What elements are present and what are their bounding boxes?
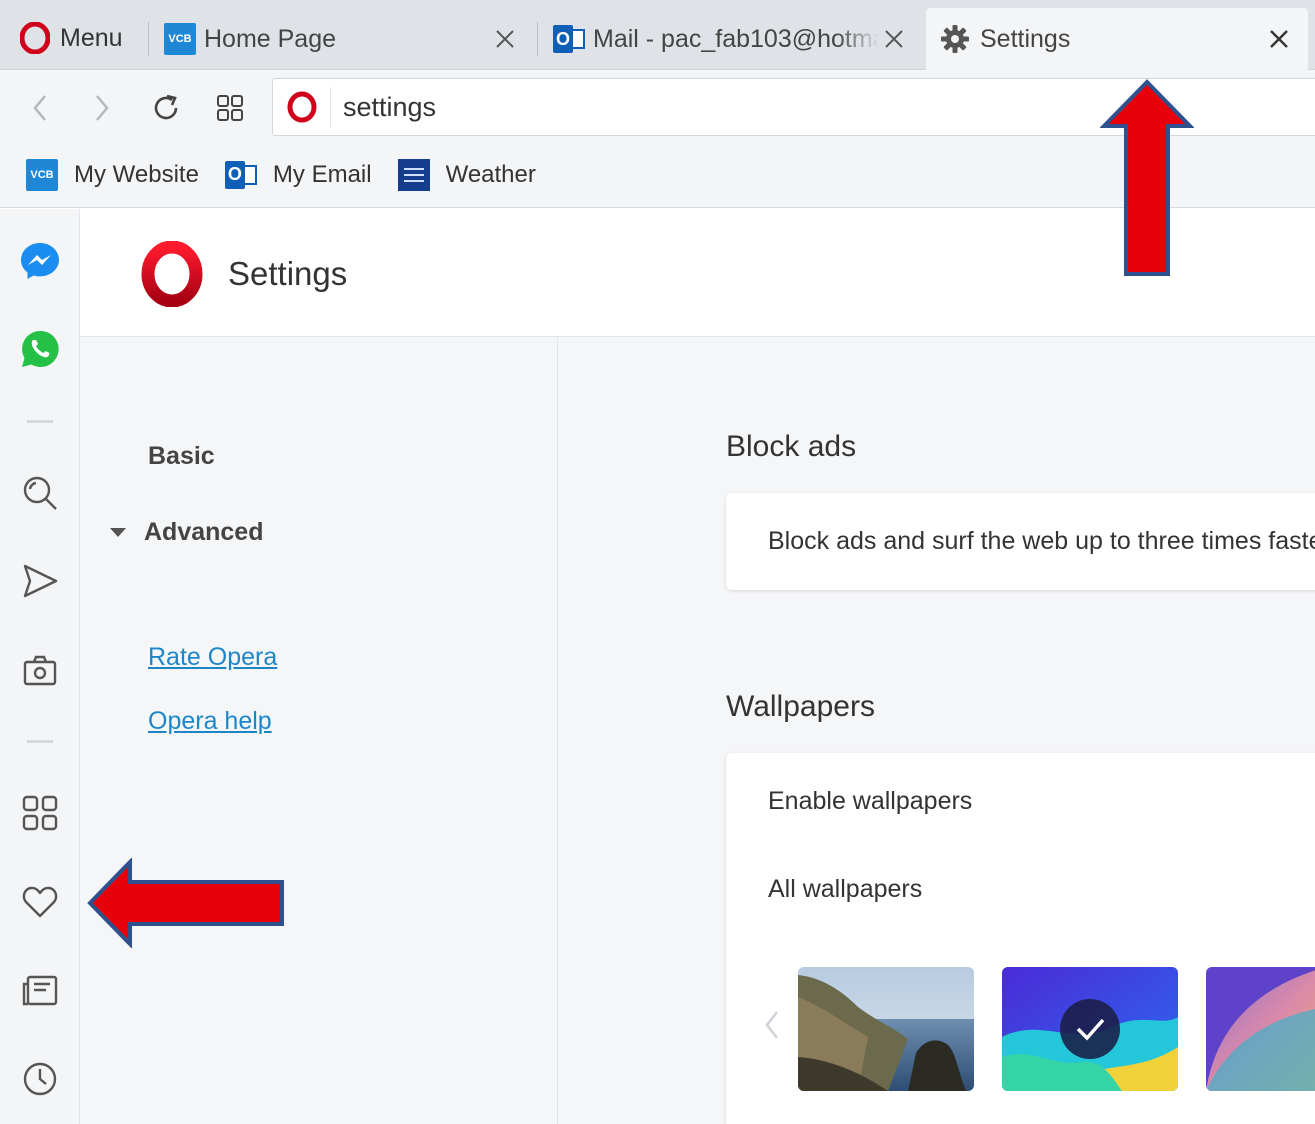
bookmark-my-email[interactable]: O My Email xyxy=(224,159,372,191)
bookmark-label: My Website xyxy=(74,160,199,188)
messenger-icon xyxy=(21,243,59,279)
tab-home-page[interactable]: VCB Home Page xyxy=(150,8,534,70)
menu-label: Menu xyxy=(60,23,123,52)
heart-icon xyxy=(22,886,58,918)
enable-wallpapers-label[interactable]: Enable wallpapers xyxy=(768,787,972,816)
sidebar-item-send[interactable] xyxy=(18,559,62,603)
chevron-left-icon[interactable] xyxy=(764,1009,780,1041)
tab-title: Home Page xyxy=(204,24,337,53)
tab-separator xyxy=(537,22,538,56)
chevron-right-icon xyxy=(96,95,109,121)
grid-icon xyxy=(22,795,58,831)
sidebar xyxy=(0,209,80,1124)
annotation-arrow-up xyxy=(1100,79,1194,276)
opera-help-link[interactable]: Opera help xyxy=(148,707,272,736)
settings-nav: Basic Advanced Rate Opera Opera help xyxy=(80,338,558,1124)
triangle-down-icon xyxy=(110,528,126,537)
section-title-wallpapers: Wallpapers xyxy=(726,690,875,723)
all-wallpapers-label: All wallpapers xyxy=(768,875,923,903)
search-icon xyxy=(23,476,57,510)
tab-separator xyxy=(148,22,149,56)
wallpapers-card: Enable wallpapers All wallpapers xyxy=(726,753,1315,1124)
opera-logo-icon xyxy=(20,22,50,54)
sidebar-item-whatsapp[interactable] xyxy=(18,327,62,371)
vcb-icon: VCB xyxy=(26,158,58,191)
section-title-block-ads: Block ads xyxy=(726,430,857,463)
bookmark-label: My Email xyxy=(272,160,372,188)
forward-button[interactable] xyxy=(82,88,122,128)
tab-title: Mail - pac_fab103@hotmail.com xyxy=(593,24,879,53)
rate-opera-link[interactable]: Rate Opera xyxy=(148,643,277,672)
camera-icon xyxy=(23,655,57,686)
sidebar-item-history[interactable] xyxy=(18,1057,62,1101)
tab-settings[interactable]: Settings xyxy=(926,8,1308,70)
tab-mail[interactable]: O Mail - pac_fab103@hotmail.com xyxy=(539,8,923,70)
reload-button[interactable] xyxy=(146,88,186,128)
wallpaper-thumbnail-coast[interactable] xyxy=(798,967,974,1091)
news-icon xyxy=(22,975,58,1006)
opera-logo-icon xyxy=(273,87,331,127)
close-icon[interactable] xyxy=(490,24,520,54)
wallpaper-thumbnail-abstract-selected[interactable] xyxy=(1002,967,1178,1091)
block-ads-description: Block ads and surf the web up to three t… xyxy=(768,527,1315,555)
bookmark-weather[interactable]: Weather xyxy=(397,158,536,191)
send-icon xyxy=(23,564,58,598)
settings-main: Settings Basic Advanced Rate Opera Opera… xyxy=(80,209,1315,1124)
close-icon[interactable] xyxy=(1264,24,1294,54)
history-icon xyxy=(23,1062,57,1096)
close-icon[interactable] xyxy=(879,24,909,54)
sidebar-separator xyxy=(27,420,53,423)
sidebar-item-speed-dial[interactable] xyxy=(18,791,62,835)
tab-title: Settings xyxy=(980,24,1071,53)
sidebar-item-messenger[interactable] xyxy=(18,239,62,283)
back-button[interactable] xyxy=(20,88,60,128)
reload-icon xyxy=(154,94,178,120)
whatsapp-icon xyxy=(22,330,59,367)
chevron-left-icon xyxy=(33,95,46,121)
nav-basic[interactable]: Basic xyxy=(148,442,215,471)
outlook-icon: O xyxy=(553,23,585,55)
weather-channel-icon xyxy=(397,158,430,191)
annotation-arrow-left xyxy=(87,858,284,948)
wallpaper-thumbnail-gradient[interactable] xyxy=(1206,967,1315,1091)
gear-icon xyxy=(941,25,969,53)
url-text[interactable]: settings xyxy=(331,92,436,123)
opera-menu-button[interactable]: Menu xyxy=(8,14,135,62)
sidebar-item-bookmarks[interactable] xyxy=(18,880,62,924)
sidebar-separator xyxy=(27,740,53,743)
tab-strip: Menu VCB Home Page O Mail - pac_fab103@h… xyxy=(0,0,1315,70)
bookmark-label: Weather xyxy=(445,160,536,188)
nav-advanced-label: Advanced xyxy=(144,518,264,546)
grid-icon xyxy=(217,95,243,121)
sidebar-item-search[interactable] xyxy=(18,471,62,515)
vcb-icon: VCB xyxy=(164,23,196,55)
bookmark-my-website[interactable]: VCB My Website xyxy=(26,158,199,191)
opera-logo-icon xyxy=(141,241,203,307)
outlook-icon: O xyxy=(224,159,257,191)
sidebar-item-snapshot[interactable] xyxy=(18,649,62,693)
speed-dial-button[interactable] xyxy=(210,88,250,128)
block-ads-card: Block ads and surf the web up to three t… xyxy=(726,493,1315,590)
sidebar-item-news[interactable] xyxy=(18,969,62,1013)
nav-advanced[interactable]: Advanced xyxy=(110,518,263,547)
page-title: Settings xyxy=(228,255,348,292)
